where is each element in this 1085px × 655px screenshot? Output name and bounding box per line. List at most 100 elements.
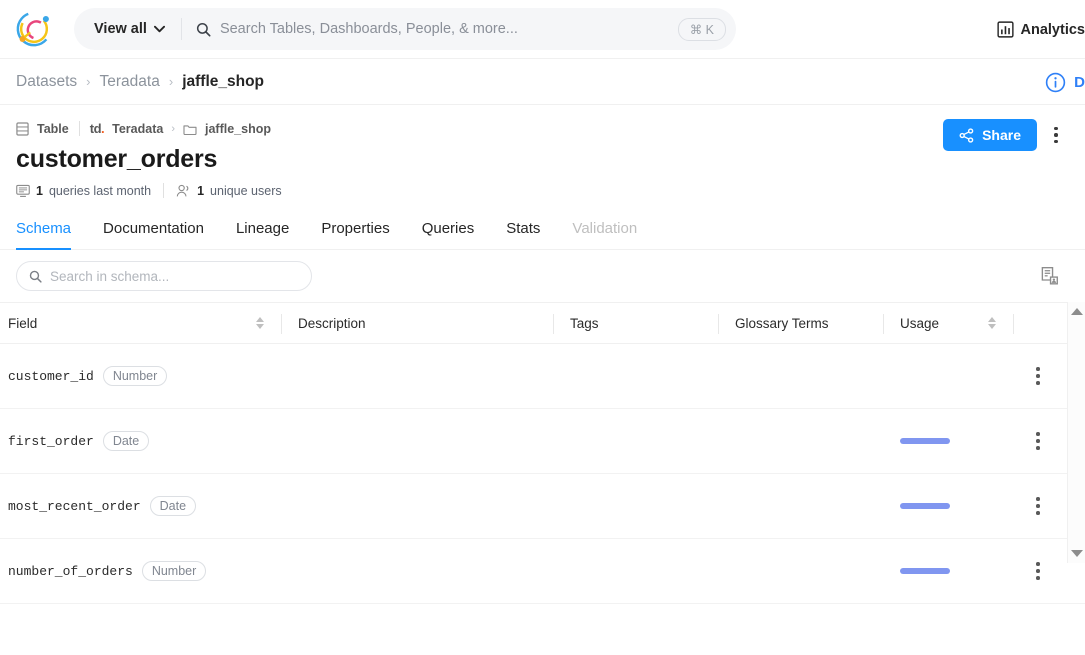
cell-usage: [884, 344, 1014, 408]
column-header-field[interactable]: Field: [0, 303, 282, 343]
column-header-usage[interactable]: Usage: [884, 303, 1014, 343]
bar-chart-icon: [996, 21, 1014, 38]
cell-glossary-terms[interactable]: [719, 539, 884, 603]
sort-field-icon[interactable]: [256, 317, 264, 329]
cell-tags[interactable]: [554, 409, 719, 473]
schema-table: Field Description Tags Glossary Terms Us…: [0, 302, 1085, 605]
cell-field: first_order Date: [0, 409, 282, 473]
column-header-glossary-terms: Glossary Terms: [719, 303, 884, 343]
cell-glossary-terms[interactable]: [719, 344, 884, 408]
share-icon: [959, 127, 974, 143]
top-nav-right-group: Analytics: [996, 0, 1085, 59]
raw-schema-icon[interactable]: [1037, 263, 1063, 289]
breadcrumb-separator: ›: [86, 74, 91, 89]
breadcrumb-separator: ›: [168, 74, 174, 89]
tab-queries-label: Queries: [421, 220, 475, 237]
cell-glossary-terms[interactable]: [719, 474, 884, 538]
tab-validation: Validation: [556, 210, 653, 249]
scroll-up-arrow-icon[interactable]: [1070, 308, 1083, 315]
view-all-dropdown[interactable]: View all: [94, 21, 181, 37]
schema-table-body: customer_id Number first_order Date most_rec…: [0, 344, 1085, 605]
table-row[interactable]: first_order Date: [0, 409, 1085, 474]
field-name[interactable]: first_order: [8, 434, 94, 449]
tab-schema[interactable]: Schema: [16, 210, 87, 250]
teradata-logo: td.: [89, 121, 105, 136]
top-navigation-bar: View all ⌘ K Analytics: [0, 0, 1085, 59]
cell-description[interactable]: [282, 474, 554, 538]
column-header-tags: Tags: [554, 303, 719, 343]
tab-properties[interactable]: Properties: [305, 210, 405, 249]
stat-unique-users: 1 unique users: [176, 184, 282, 198]
row-more-options-button[interactable]: [1036, 367, 1040, 385]
docs-link-label[interactable]: D: [1074, 74, 1085, 91]
stat-users-count: 1: [197, 183, 205, 198]
breadcrumb-item-datasets[interactable]: Datasets: [16, 73, 77, 91]
tab-properties-label: Properties: [321, 220, 390, 237]
cell-description[interactable]: [282, 539, 554, 603]
nav-item-analytics[interactable]: Analytics: [996, 21, 1085, 38]
search-shortcut-hint: ⌘ K: [677, 17, 726, 41]
tab-validation-label: Validation: [572, 220, 638, 237]
datahub-logo[interactable]: [12, 7, 56, 51]
global-search-bar[interactable]: View all ⌘ K: [74, 8, 736, 50]
breadcrumb-item-teradata[interactable]: Teradata: [100, 73, 160, 91]
tab-lineage[interactable]: Lineage: [220, 210, 305, 249]
cell-tags[interactable]: [554, 344, 719, 408]
entity-platform-row: Table td. Teradata › jaffle_shop: [16, 121, 1069, 136]
cell-description[interactable]: [282, 344, 554, 408]
field-name[interactable]: customer_id: [8, 369, 94, 384]
schema-search-box[interactable]: [16, 261, 312, 291]
tab-documentation-label: Documentation: [103, 220, 204, 237]
breadcrumb: Datasets › Teradata › jaffle_shop D: [0, 59, 1085, 105]
breadcrumb-item-jaffle-shop[interactable]: jaffle_shop: [182, 73, 264, 91]
cell-usage: [884, 474, 1014, 538]
schema-table-scrollbar[interactable]: [1067, 302, 1085, 563]
cell-usage: [884, 539, 1014, 603]
breadcrumb-right-group: D: [1045, 59, 1085, 105]
sort-usage-icon[interactable]: [988, 317, 996, 329]
column-header-glossary-label: Glossary Terms: [735, 315, 829, 331]
search-field-group[interactable]: ⌘ K: [182, 17, 726, 41]
table-row[interactable]: most_recent_order Date: [0, 474, 1085, 539]
cell-usage: [884, 409, 1014, 473]
folder-icon: [183, 123, 197, 135]
cell-field: most_recent_order Date: [0, 474, 282, 538]
share-button[interactable]: Share: [943, 119, 1037, 151]
field-name[interactable]: number_of_orders: [8, 564, 133, 579]
column-header-description: Description: [282, 303, 554, 343]
field-type-badge: Number: [102, 366, 168, 386]
info-circle-icon[interactable]: [1045, 72, 1066, 93]
usage-bar: [900, 568, 950, 574]
nav-item-analytics-label: Analytics: [1020, 21, 1085, 38]
more-options-button[interactable]: [1043, 121, 1069, 149]
row-more-options-button[interactable]: [1036, 432, 1040, 450]
cell-tags[interactable]: [554, 474, 719, 538]
table-row[interactable]: customer_id Number: [0, 344, 1085, 409]
entity-platform-label[interactable]: Teradata: [112, 122, 163, 136]
stat-users-label: unique users: [210, 183, 282, 198]
stat-queries-count: 1: [36, 183, 43, 198]
field-name[interactable]: most_recent_order: [8, 499, 141, 514]
cell-glossary-terms[interactable]: [719, 409, 884, 473]
search-input[interactable]: [219, 21, 669, 37]
tab-queries[interactable]: Queries: [406, 210, 491, 249]
share-button-label: Share: [982, 127, 1021, 143]
stat-queries-label: queries last month: [48, 183, 152, 198]
stat-queries-last-month: 1 queries last month: [16, 184, 151, 198]
cell-tags[interactable]: [554, 539, 719, 603]
cell-description[interactable]: [282, 409, 554, 473]
usage-bar: [900, 438, 950, 444]
cell-field: customer_id Number: [0, 344, 282, 408]
tab-documentation[interactable]: Documentation: [87, 210, 220, 249]
table-row[interactable]: number_of_orders Number: [0, 539, 1085, 604]
cell-field: number_of_orders Number: [0, 539, 282, 603]
tab-stats[interactable]: Stats: [490, 210, 556, 249]
query-monitor-icon: [16, 184, 30, 198]
schema-search-input[interactable]: [50, 268, 299, 284]
entity-container-label[interactable]: jaffle_shop: [205, 122, 271, 136]
usage-bar: [900, 503, 950, 509]
row-more-options-button[interactable]: [1036, 562, 1040, 580]
row-more-options-button[interactable]: [1036, 497, 1040, 515]
scroll-down-arrow-icon[interactable]: [1070, 550, 1083, 557]
entity-header: Table td. Teradata › jaffle_shop custome…: [0, 105, 1085, 198]
